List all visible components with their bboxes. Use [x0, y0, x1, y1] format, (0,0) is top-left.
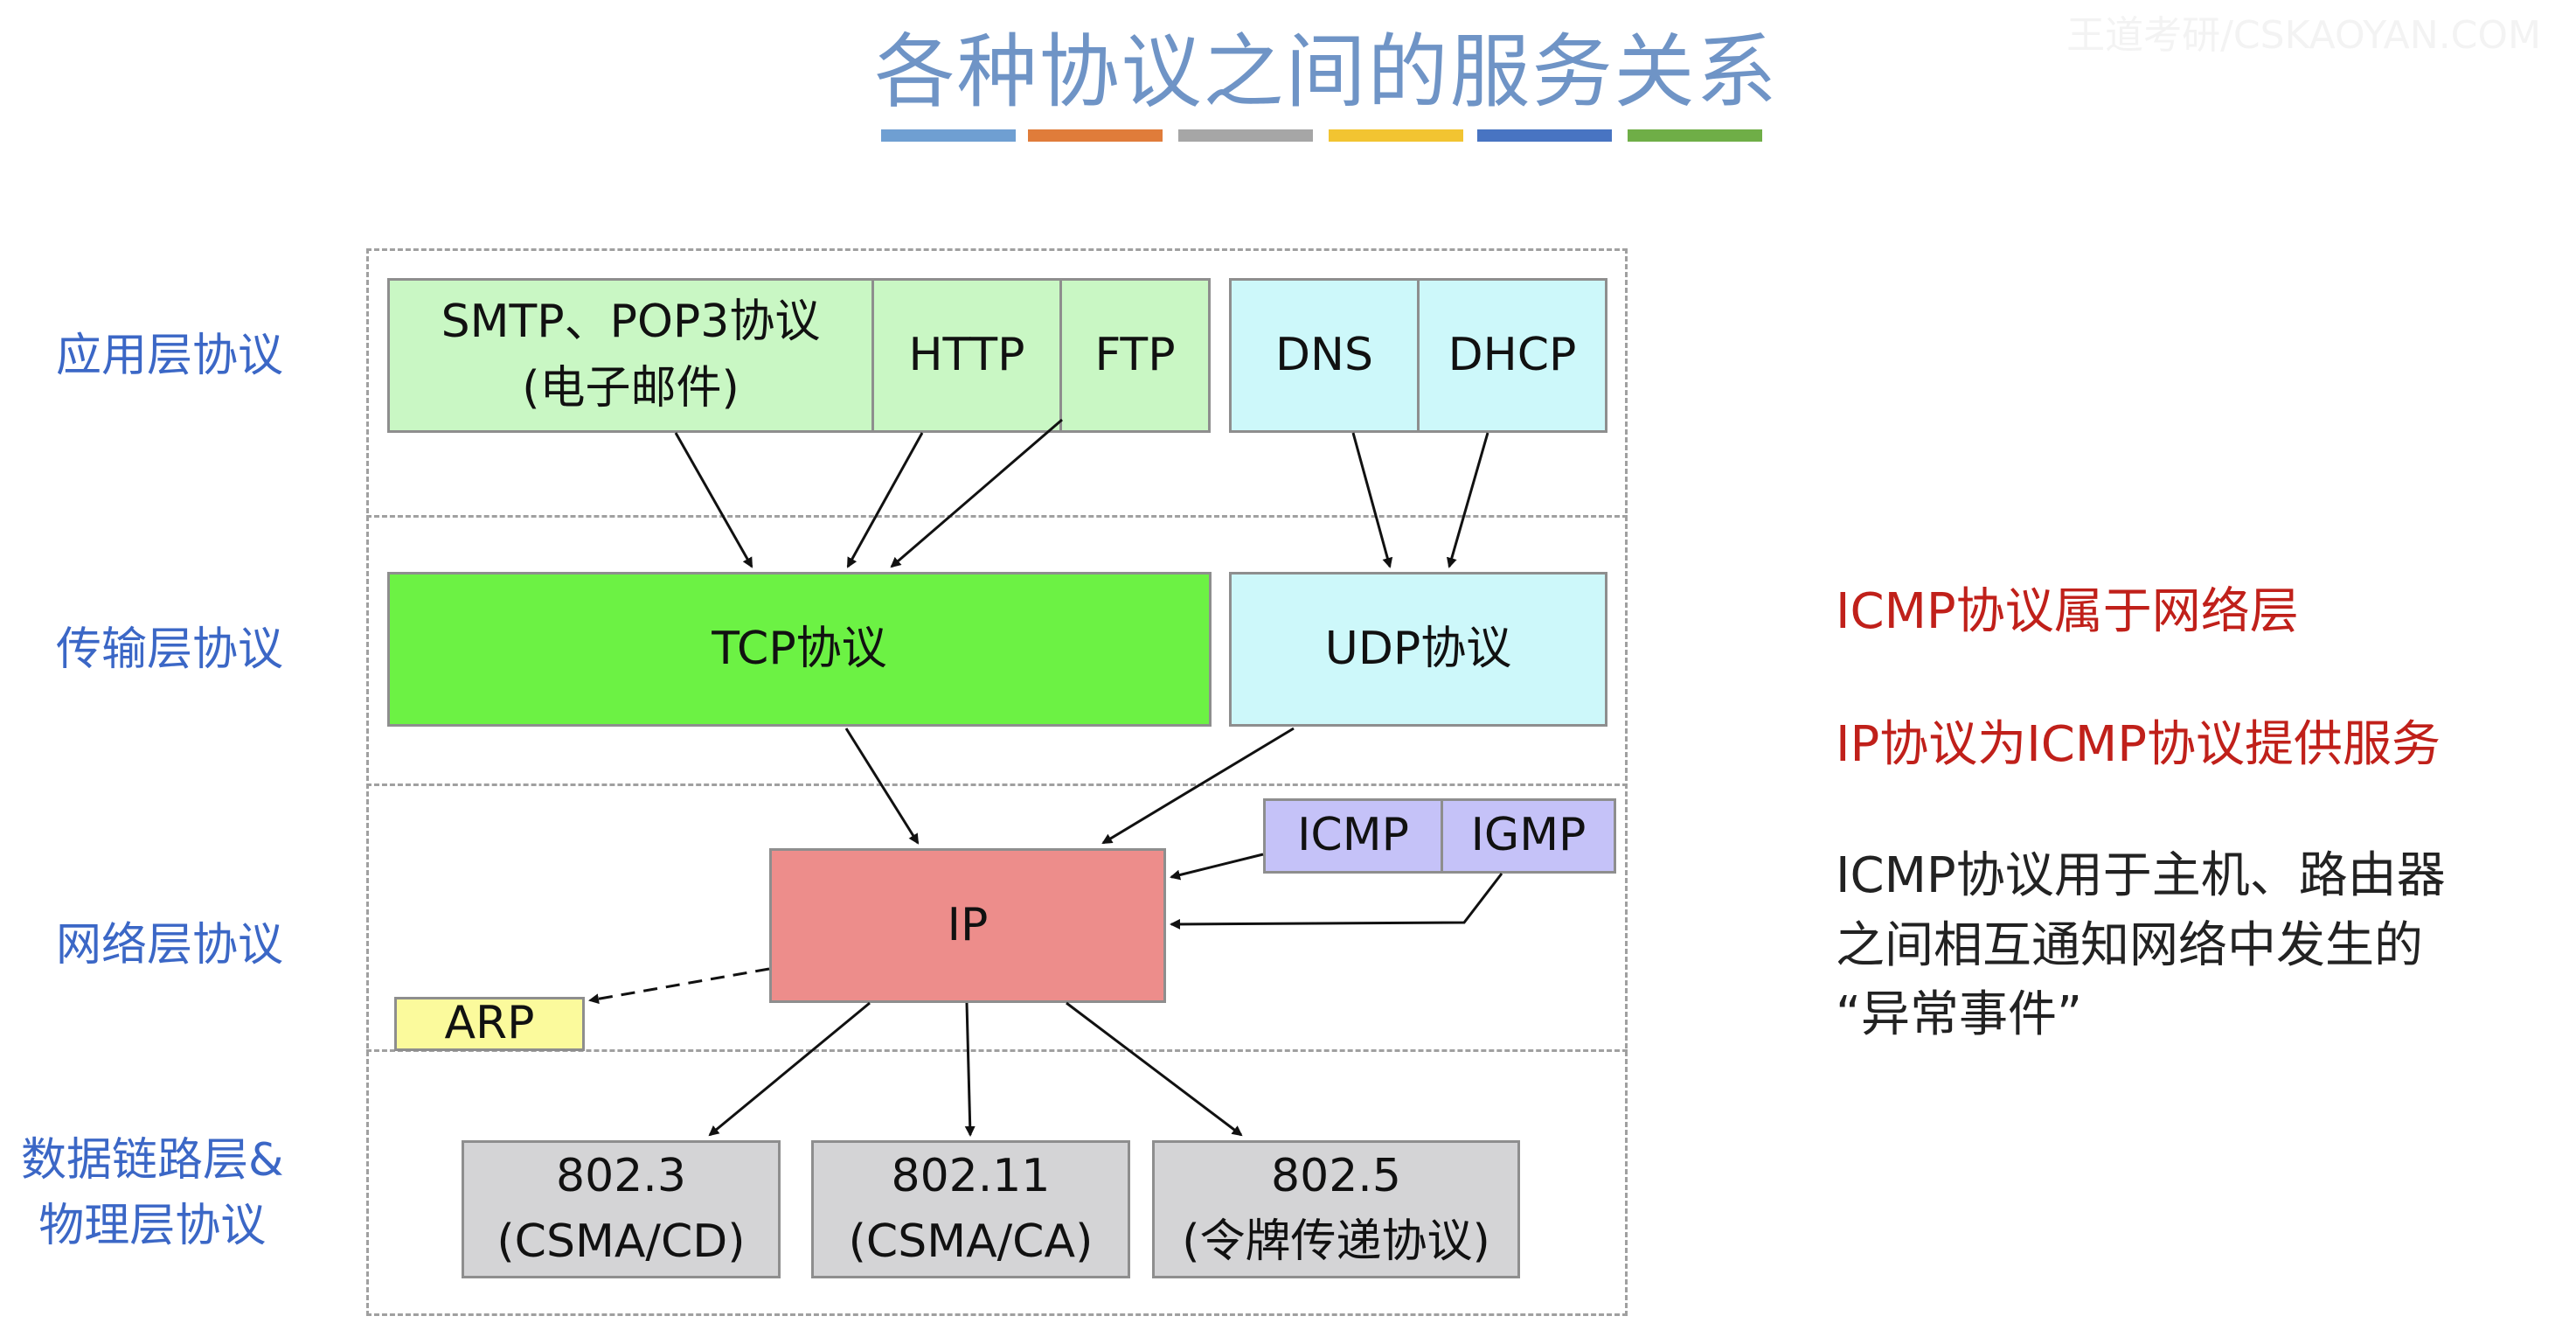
note-icmp-purpose-line1: ICMP协议用于主机、路由器: [1836, 847, 2446, 904]
note-ip-serves-icmp: IP协议为ICMP协议提供服务: [1836, 716, 2441, 773]
arrow-ip-to-80211: [964, 1002, 976, 1137]
arrow-http-to-tcp: [846, 432, 924, 568]
arrow-tcp-to-ip: [844, 728, 920, 845]
arrow-dhcp-to-udp: [1446, 432, 1489, 568]
arrow-ip-to-8025: [1066, 1001, 1243, 1137]
arrow-icmp-to-ip: [1170, 853, 1264, 881]
arrow-udp-to-ip: [1101, 727, 1295, 845]
arrow-dns-to-udp: [1351, 432, 1393, 568]
arrow-smtp-to-tcp: [674, 432, 753, 568]
arrow-ip-to-arp: [588, 967, 770, 1005]
note-icmp-purpose-line3: “异常事件”: [1836, 986, 2083, 1044]
arrow-igmp-to-ip: [1170, 873, 1503, 930]
note-icmp-network-layer: ICMP协议属于网络层: [1836, 583, 2299, 640]
arrow-ip-to-8023: [708, 1001, 871, 1137]
connector-arrows: [588, 418, 1503, 1137]
note-icmp-purpose: ICMP协议用于主机、路由器 之间相互通知网络中发生的 “异常事件”: [1836, 841, 2446, 1050]
note-icmp-purpose-line2: 之间相互通知网络中发生的: [1836, 916, 2423, 974]
